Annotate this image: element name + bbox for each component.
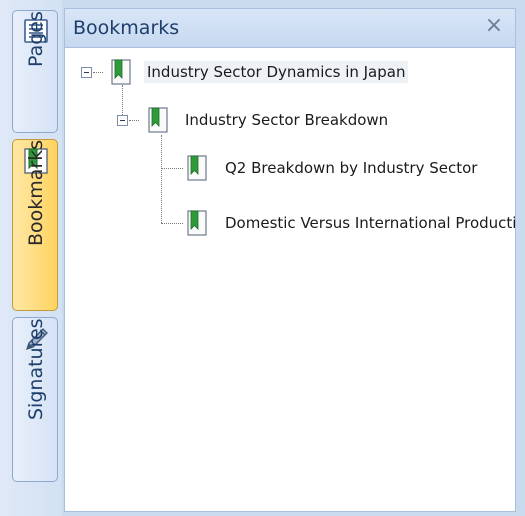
bookmark-label: Domestic Versus International Production <box>225 214 515 232</box>
tab-signatures[interactable]: Signatures <box>12 317 58 482</box>
bookmark-node-child[interactable]: Industry Sector Breakdown <box>182 105 391 135</box>
tree-connector <box>93 72 103 73</box>
close-icon[interactable]: × <box>483 14 505 38</box>
bookmarks-pane-frame: Pages Bookmarks Signatures Bookmarks × I… <box>0 0 525 516</box>
tab-pages-label: Pages <box>25 11 47 67</box>
bookmark-icon <box>187 210 207 236</box>
tree-connector <box>122 85 123 119</box>
bookmark-node-leaf[interactable]: Domestic Versus International Production <box>222 208 515 238</box>
side-tab-strip: Pages Bookmarks Signatures <box>0 0 62 516</box>
bookmark-icon <box>148 107 168 133</box>
panel-title: Bookmarks <box>73 17 180 39</box>
tree-connector <box>161 223 183 224</box>
bookmark-icon <box>111 59 131 85</box>
child-collapse-toggle[interactable] <box>117 115 128 126</box>
root-collapse-toggle[interactable] <box>81 67 92 78</box>
bookmark-tree: Industry Sector Dynamics in Japan Indust… <box>65 47 515 507</box>
tab-pages[interactable]: Pages <box>12 10 58 133</box>
tree-connector <box>161 168 183 169</box>
bookmark-label: Q2 Breakdown by Industry Sector <box>225 159 478 177</box>
tab-signatures-label: Signatures <box>25 318 47 420</box>
bookmark-node-root[interactable]: Industry Sector Dynamics in Japan <box>144 57 409 87</box>
tree-connector <box>129 120 139 121</box>
panel-header: Bookmarks × <box>65 9 515 48</box>
bookmark-node-leaf[interactable]: Q2 Breakdown by Industry Sector <box>222 153 480 183</box>
tab-bookmarks-label: Bookmarks <box>25 140 47 247</box>
bookmark-label: Industry Sector Breakdown <box>185 111 389 129</box>
tab-bookmarks[interactable]: Bookmarks <box>12 139 58 311</box>
bookmark-icon <box>187 155 207 181</box>
bookmark-label: Industry Sector Dynamics in Japan <box>144 61 409 83</box>
bookmarks-panel: Bookmarks × Industry Sector Dynamics in … <box>64 8 516 512</box>
tree-connector <box>161 135 162 223</box>
